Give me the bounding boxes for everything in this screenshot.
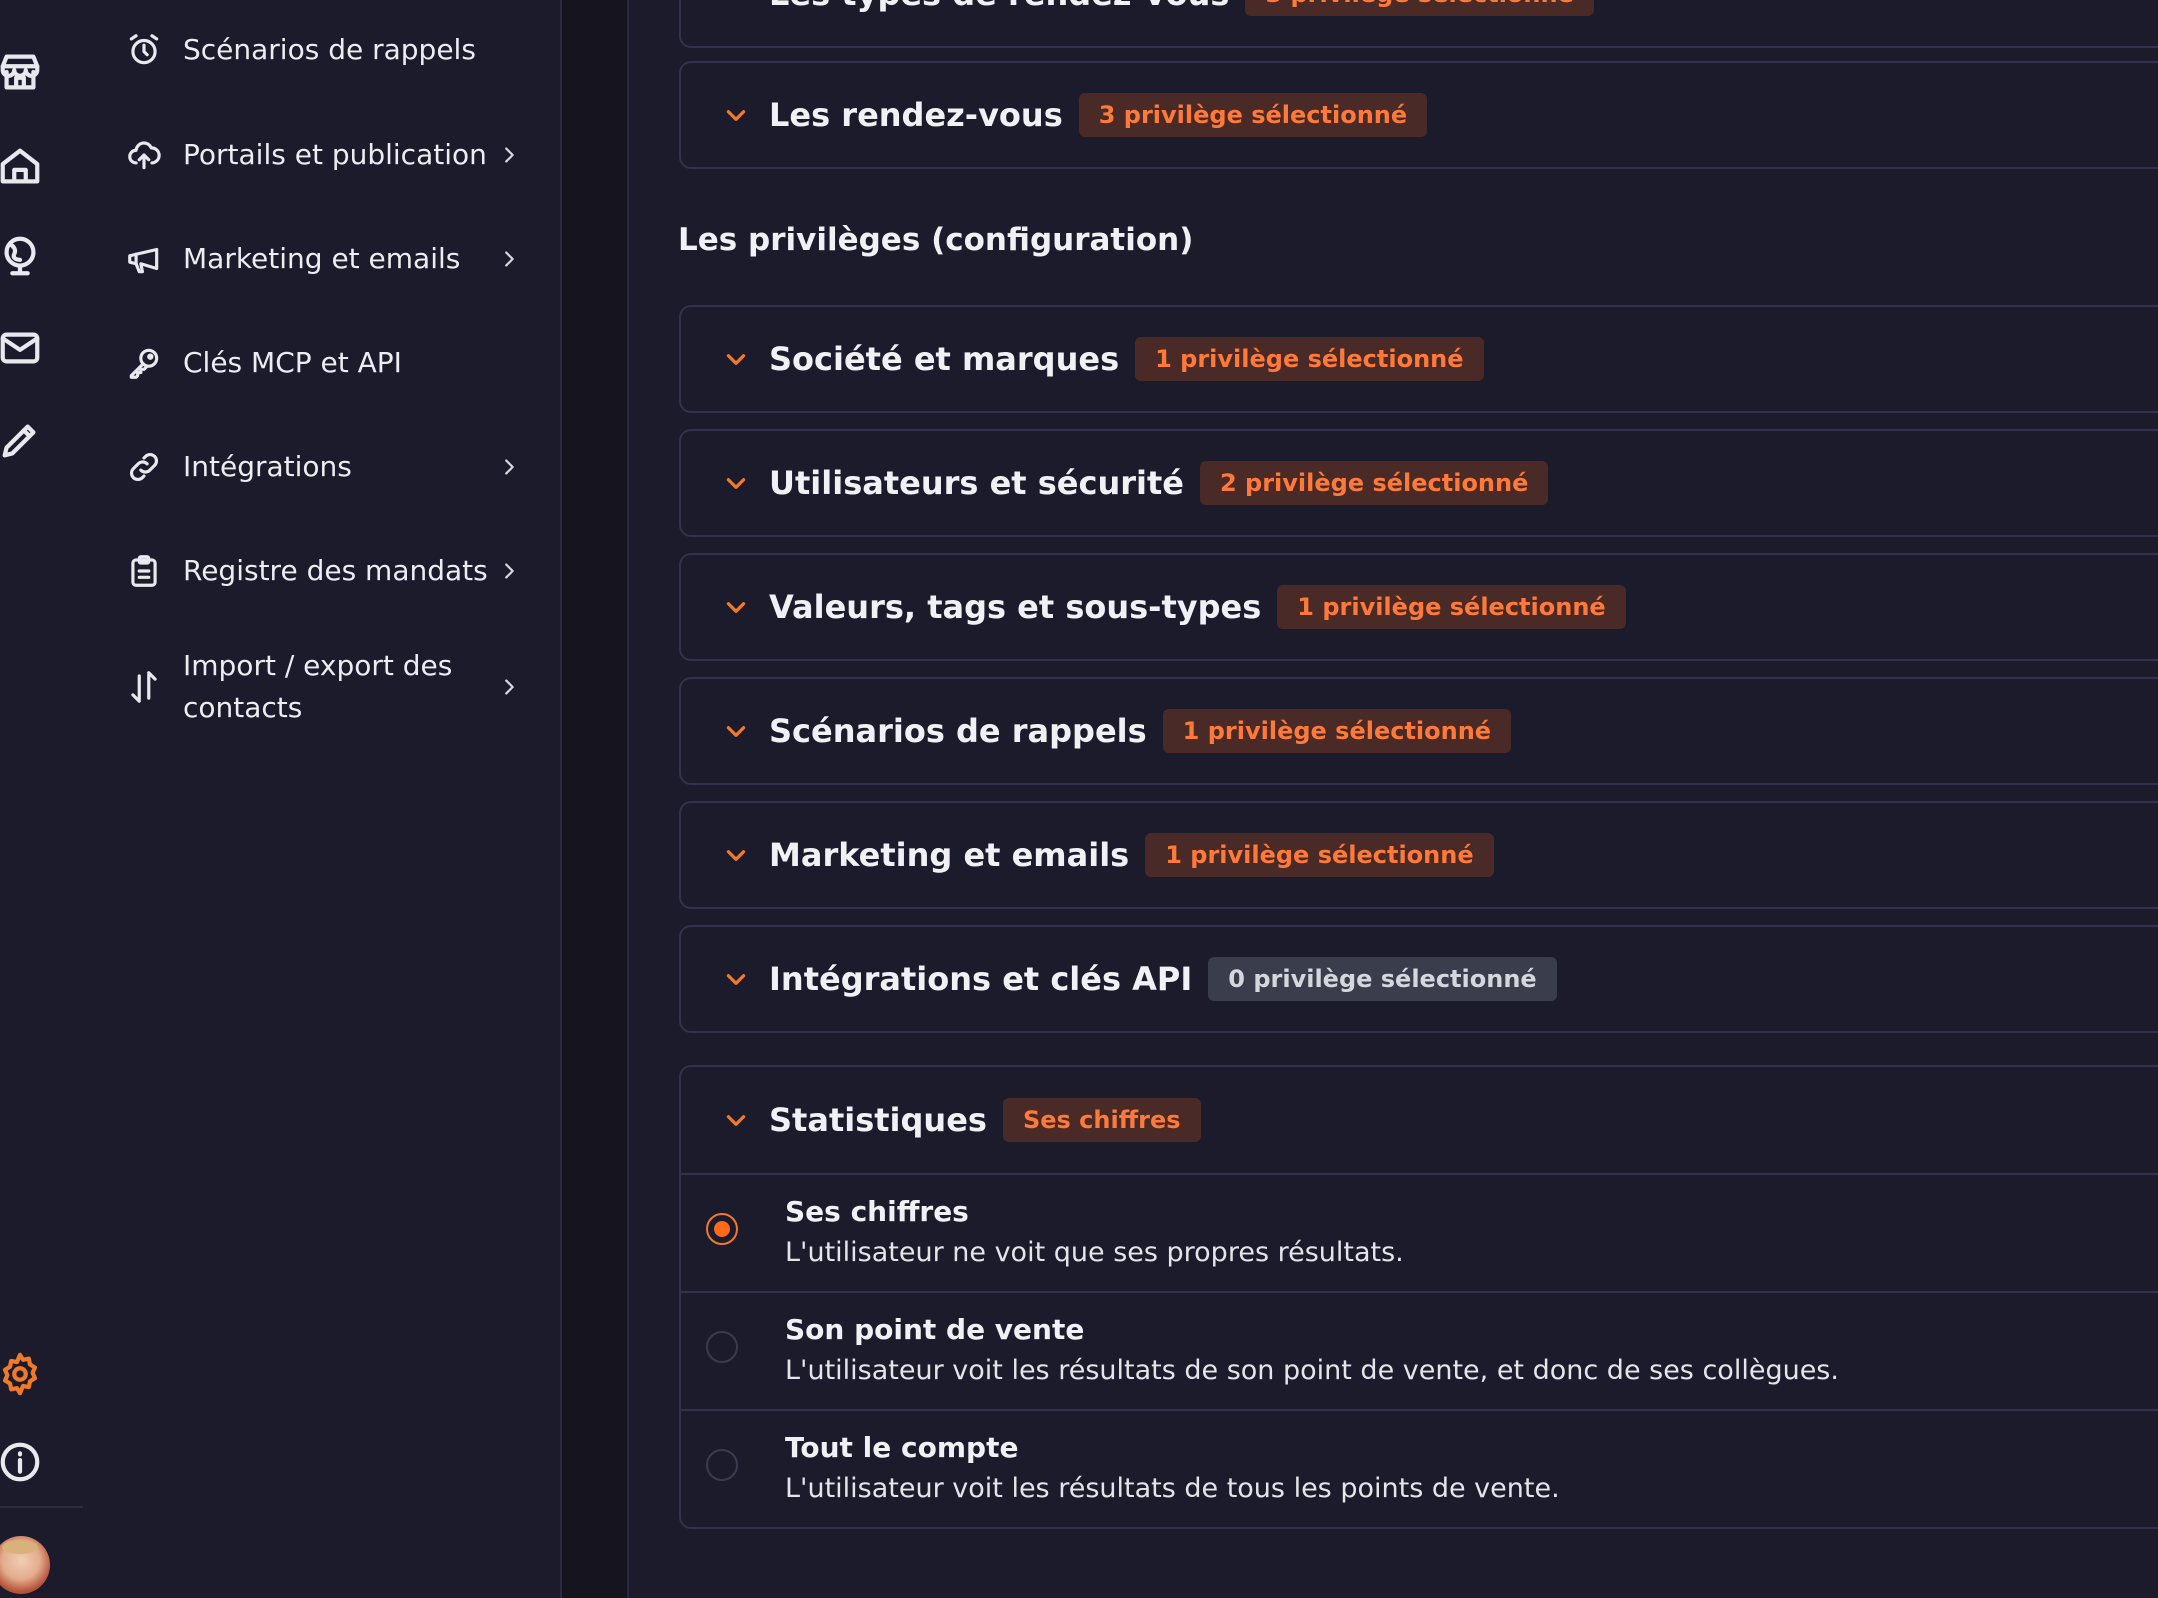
link-icon bbox=[123, 446, 165, 488]
radio-option-whole-account[interactable]: Tout le compte L'utilisateur voit les ré… bbox=[681, 1409, 2158, 1527]
accordion-appointments[interactable]: Les rendez-vous 3 privilège sélectionné bbox=[679, 61, 2158, 169]
status-badge: 3 privilège sélectionné bbox=[1078, 93, 1428, 137]
pencil-icon[interactable] bbox=[0, 416, 44, 464]
accordion-header[interactable]: Scénarios de rappels 1 privilège sélecti… bbox=[681, 679, 2158, 783]
sidebar-item-label: Intégrations bbox=[183, 450, 352, 483]
sidebar-item-label: Portails et publication bbox=[183, 138, 487, 171]
accordion-header[interactable]: Les types de rendez-vous 3 privilège sél… bbox=[681, 0, 2158, 46]
rail-divider bbox=[0, 1506, 83, 1508]
accordion-title: Marketing et emails bbox=[769, 836, 1130, 874]
accordion-header[interactable]: Valeurs, tags et sous-types 1 privilège … bbox=[681, 555, 2158, 659]
sidebar-item-integrations[interactable]: Intégrations bbox=[123, 446, 523, 488]
accordion-title: Intégrations et clés API bbox=[769, 960, 1193, 998]
accordion-reminder-scenarios[interactable]: Scénarios de rappels 1 privilège sélecti… bbox=[679, 677, 2158, 785]
accordion-title: Scénarios de rappels bbox=[769, 712, 1147, 750]
chevron-right-icon bbox=[495, 245, 523, 273]
sidebar-item-marketing[interactable]: Marketing et emails bbox=[123, 238, 523, 280]
sidebar-item-label: Registre des mandats bbox=[183, 554, 488, 587]
icon-rail bbox=[0, 0, 83, 1598]
accordion-appointment-types[interactable]: Les types de rendez-vous 3 privilège sél… bbox=[679, 0, 2158, 48]
accordion-integrations-api[interactable]: Intégrations et clés API 0 privilège sél… bbox=[679, 925, 2158, 1033]
sidebar-item-label: Marketing et emails bbox=[183, 242, 461, 275]
chevron-right-icon bbox=[495, 453, 523, 481]
status-badge: 1 privilège sélectionné bbox=[1162, 709, 1512, 753]
chevron-down-icon bbox=[721, 1105, 751, 1135]
sidebar-item-label: Import / export des contacts bbox=[183, 649, 453, 724]
panel-gutter bbox=[562, 0, 629, 1598]
sidebar-item-mcp-api-keys[interactable]: Clés MCP et API bbox=[123, 342, 523, 384]
radio-button-selected[interactable] bbox=[706, 1213, 738, 1245]
accordion-header[interactable]: Société et marques 1 privilège sélection… bbox=[681, 307, 2158, 411]
accordion-title: Les rendez-vous bbox=[769, 96, 1063, 134]
key-icon bbox=[123, 342, 165, 384]
accordion-header[interactable]: Intégrations et clés API 0 privilège sél… bbox=[681, 927, 2158, 1031]
accordion-title: Les types de rendez-vous bbox=[769, 0, 1229, 13]
accordion-title: Valeurs, tags et sous-types bbox=[769, 588, 1262, 626]
radio-option-point-of-sale[interactable]: Son point de vente L'utilisateur voit le… bbox=[681, 1291, 2158, 1409]
accordion-header[interactable]: Marketing et emails 1 privilège sélectio… bbox=[681, 803, 2158, 907]
sidebar-item-label: Clés MCP et API bbox=[183, 346, 402, 379]
clipboard-icon bbox=[123, 550, 165, 592]
chevron-down-icon bbox=[721, 344, 751, 374]
chevron-down-icon bbox=[721, 0, 751, 9]
option-description: L'utilisateur voit les résultats de son … bbox=[785, 1355, 1839, 1386]
option-title: Son point de vente bbox=[785, 1313, 1085, 1346]
status-badge: 2 privilège sélectionné bbox=[1199, 461, 1549, 505]
accordion-header[interactable]: Utilisateurs et sécurité 2 privilège sél… bbox=[681, 431, 2158, 535]
gear-icon[interactable] bbox=[0, 1350, 44, 1398]
home-icon[interactable] bbox=[0, 142, 44, 190]
status-badge: 0 privilège sélectionné bbox=[1208, 957, 1557, 1001]
chevron-right-icon bbox=[495, 141, 523, 169]
mail-icon[interactable] bbox=[0, 324, 44, 372]
sidebar-item-portals[interactable]: Portails et publication bbox=[123, 134, 523, 176]
accordion-values-tags[interactable]: Valeurs, tags et sous-types 1 privilège … bbox=[679, 553, 2158, 661]
chevron-down-icon bbox=[721, 592, 751, 622]
status-badge: 1 privilège sélectionné bbox=[1135, 337, 1484, 381]
megaphone-icon bbox=[123, 238, 165, 280]
status-badge: 3 privilège sélectionné bbox=[1245, 0, 1594, 16]
accordion-title: Utilisateurs et sécurité bbox=[769, 464, 1184, 502]
info-icon[interactable] bbox=[0, 1438, 44, 1486]
accordion-header[interactable]: Statistiques Ses chiffres bbox=[681, 1067, 2158, 1173]
chevron-down-icon bbox=[721, 468, 751, 498]
radio-button[interactable] bbox=[706, 1331, 738, 1363]
chevron-down-icon bbox=[721, 964, 751, 994]
accordion-company-brands[interactable]: Société et marques 1 privilège sélection… bbox=[679, 305, 2158, 413]
chevron-right-icon bbox=[495, 557, 523, 585]
sidebar-item-label: Scénarios de rappels bbox=[183, 33, 476, 66]
radio-option-own-figures[interactable]: Ses chiffres L'utilisateur ne voit que s… bbox=[681, 1173, 2158, 1291]
sidebar-item-reminder-scenarios[interactable]: Scénarios de rappels bbox=[123, 29, 523, 71]
radio-button[interactable] bbox=[706, 1449, 738, 1481]
status-badge: 1 privilège sélectionné bbox=[1145, 833, 1494, 877]
accordion-marketing-emails[interactable]: Marketing et emails 1 privilège sélectio… bbox=[679, 801, 2158, 909]
avatar[interactable] bbox=[0, 1536, 50, 1594]
option-description: L'utilisateur voit les résultats de tous… bbox=[785, 1473, 1560, 1504]
alarm-clock-icon bbox=[123, 29, 165, 71]
store-icon[interactable] bbox=[0, 48, 44, 96]
sidebar-item-import-export[interactable]: Import / export des contacts bbox=[123, 645, 523, 729]
settings-sidebar: Scénarios de rappels Portails et publica… bbox=[83, 0, 562, 1598]
status-badge: 1 privilège sélectionné bbox=[1277, 585, 1626, 629]
section-title-configuration: Les privilèges (configuration) bbox=[678, 222, 1194, 258]
option-title: Tout le compte bbox=[785, 1431, 1019, 1464]
chevron-right-icon bbox=[495, 673, 523, 701]
cloud-upload-icon bbox=[123, 134, 165, 176]
chevron-down-icon bbox=[721, 716, 751, 746]
accordion-header[interactable]: Les rendez-vous 3 privilège sélectionné bbox=[681, 63, 2158, 167]
globe-icon[interactable] bbox=[0, 232, 44, 280]
arrows-up-down-icon bbox=[123, 666, 165, 708]
accordion-title: Statistiques bbox=[769, 1101, 987, 1139]
chevron-down-icon bbox=[721, 100, 751, 130]
accordion-title: Société et marques bbox=[769, 340, 1120, 378]
option-description: L'utilisateur ne voit que ses propres ré… bbox=[785, 1237, 1404, 1268]
privileges-panel: Les types de rendez-vous 3 privilège sél… bbox=[629, 0, 2158, 1598]
status-badge: Ses chiffres bbox=[1002, 1098, 1201, 1142]
accordion-users-security[interactable]: Utilisateurs et sécurité 2 privilège sél… bbox=[679, 429, 2158, 537]
chevron-down-icon bbox=[721, 840, 751, 870]
sidebar-item-mandate-register[interactable]: Registre des mandats bbox=[123, 550, 523, 592]
option-title: Ses chiffres bbox=[785, 1195, 969, 1228]
accordion-statistics[interactable]: Statistiques Ses chiffres Ses chiffres L… bbox=[679, 1065, 2158, 1529]
